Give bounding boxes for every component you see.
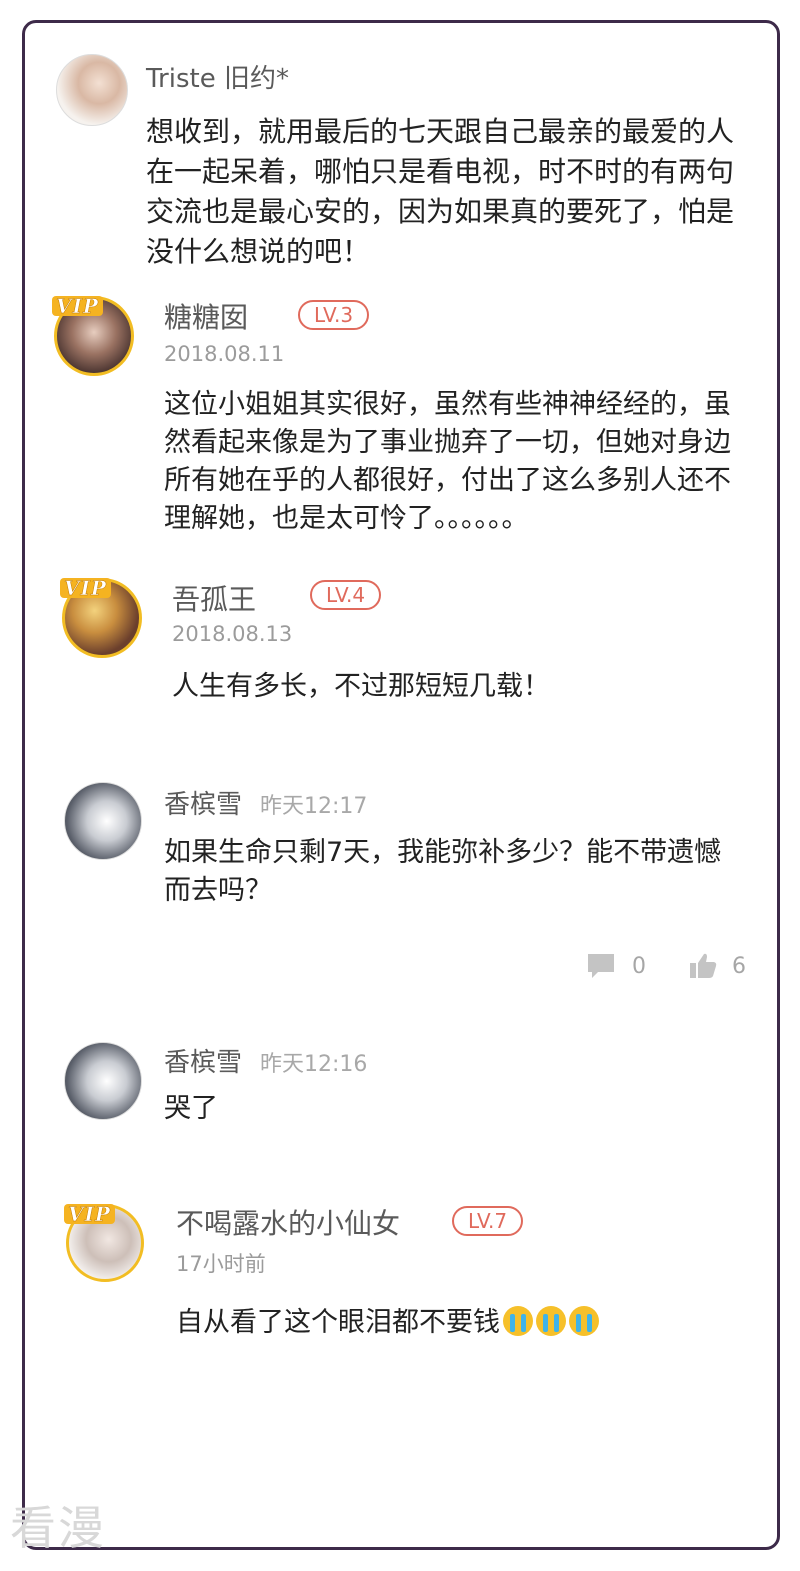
comment-text: 想收到，就用最后的七天跟自己最亲的最爱的人在一起呆着，哪怕只是看电视，时不时的有… <box>146 115 735 268</box>
timestamp: 17小时前 <box>176 1252 266 1276</box>
timestamp: 昨天12:16 <box>260 1052 368 1077</box>
vip-badge: VIP <box>60 578 111 598</box>
comment-text: 哭了 <box>164 1093 218 1124</box>
username[interactable]: 吾孤王 <box>172 578 256 618</box>
comment-text: 如果生命只剩7天，我能弥补多少？能不带遗憾而去吗？ <box>164 837 722 906</box>
username[interactable]: 香槟雪 <box>164 1042 242 1079</box>
vip-badge: VIP <box>52 296 103 316</box>
comment-text-content: 自从看了这个眼泪都不要钱 <box>176 1307 500 1338</box>
vip-badge: VIP <box>64 1204 115 1224</box>
thumbs-up-icon <box>690 953 717 978</box>
timestamp: 2018.08.11 <box>164 342 285 366</box>
crying-emoji-icon <box>503 1306 533 1336</box>
avatar[interactable] <box>64 782 142 860</box>
reply-count: 0 <box>632 953 646 979</box>
comment-icon <box>588 954 614 978</box>
level-badge: LV.3 <box>298 300 370 330</box>
avatar[interactable] <box>64 1042 142 1120</box>
crying-emoji-icon <box>536 1306 566 1336</box>
like-button[interactable]: 6 <box>688 952 746 980</box>
level-badge: LV.7 <box>452 1206 524 1236</box>
level-badge: LV.4 <box>310 580 382 610</box>
username[interactable]: 不喝露水的小仙女 <box>176 1202 400 1242</box>
timestamp: 2018.08.13 <box>172 622 293 646</box>
username[interactable]: 香槟雪 <box>164 784 242 821</box>
crying-emoji-icon <box>569 1306 599 1336</box>
comment-text: 这位小姐姐其实很好，虽然有些神神经经的，虽然看起来像是为了事业抛弃了一切，但她对… <box>164 389 731 534</box>
comment-text: 自从看了这个眼泪都不要钱 <box>176 1304 736 1342</box>
avatar[interactable] <box>56 54 128 126</box>
reply-button[interactable]: 0 <box>586 952 646 980</box>
like-count: 6 <box>732 953 746 979</box>
username[interactable]: 糖糖囡 <box>164 296 248 336</box>
timestamp: 昨天12:17 <box>260 794 368 819</box>
watermark: 看漫 <box>10 1501 106 1555</box>
comment-text: 人生有多长，不过那短短几载！ <box>172 671 550 702</box>
username[interactable]: Triste 旧约* <box>146 58 289 95</box>
